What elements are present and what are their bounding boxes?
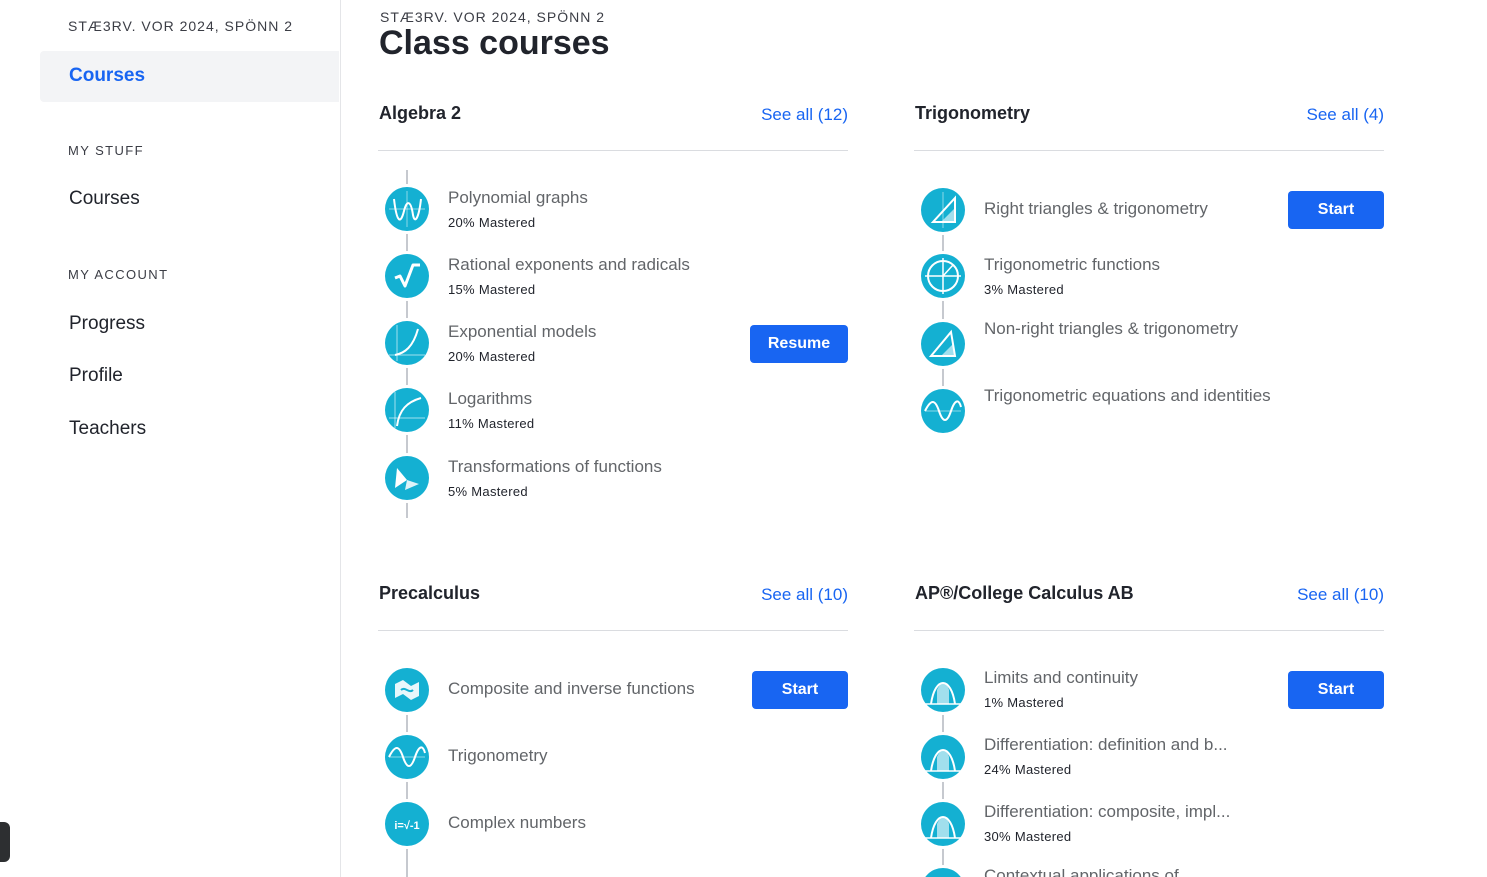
see-all-link[interactable]: See all (10) — [1297, 585, 1384, 605]
course-title[interactable]: Trigonometry — [915, 103, 1030, 124]
unit-row: Composite and inverse functions Start — [378, 667, 848, 729]
unit-title[interactable]: Trigonometric equations and identities — [984, 383, 1274, 409]
start-button[interactable]: Start — [1288, 671, 1384, 709]
course-title[interactable]: Algebra 2 — [379, 103, 461, 124]
sidebar-item-progress[interactable]: Progress — [69, 313, 145, 335]
sidebar-item-teachers[interactable]: Teachers — [69, 418, 146, 440]
unit-title[interactable]: Right triangles & trigonometry — [984, 196, 1274, 222]
main-class-name: STÆ3RV. VOR 2024, SPÖNN 2 — [380, 9, 605, 25]
course-card-header: Trigonometry See all (4) — [914, 100, 1384, 151]
unit-mastery: 30% Mastered — [984, 829, 1072, 844]
composite-function-icon — [385, 668, 429, 712]
unit-title[interactable]: Logarithms — [448, 386, 738, 412]
unit-mastery: 15% Mastered — [448, 282, 536, 297]
unit-title[interactable]: Non-right triangles & trigonometry — [984, 316, 1274, 342]
unit-row: Right triangles & trigonometry Start — [914, 187, 1384, 249]
unit-row: Exponential models 20% Mastered Resume — [378, 318, 848, 380]
sidebar-class-name: STÆ3RV. VOR 2024, SPÖNN 2 — [68, 18, 293, 34]
triangle-icon — [921, 322, 965, 366]
unit-title[interactable]: Differentiation: composite, impl... — [984, 799, 1274, 825]
area-under-curve-icon — [921, 668, 965, 712]
course-card-header: AP®/College Calculus AB See all (10) — [914, 580, 1384, 631]
see-all-link[interactable]: See all (10) — [761, 585, 848, 605]
unit-row: Transformations of functions 5% Mastered — [378, 452, 848, 514]
unit-mastery: 5% Mastered — [448, 484, 528, 499]
page-title: Class courses — [379, 24, 610, 62]
unit-title[interactable]: Contextual applications of — [984, 864, 1274, 877]
course-card-precalculus: Precalculus See all (10) Composite and i… — [378, 580, 848, 877]
sine-wave-icon — [385, 735, 429, 779]
unit-mastery: 3% Mastered — [984, 282, 1064, 297]
course-title[interactable]: Precalculus — [379, 583, 480, 604]
sidebar-item-label: Courses — [69, 65, 146, 86]
unit-row: Trigonometric functions 3% Mastered — [914, 251, 1384, 313]
unit-row: Polynomial graphs 20% Mastered — [378, 184, 848, 246]
unit-row: Differentiation: definition and b... 24%… — [914, 734, 1384, 796]
course-card-header: Precalculus See all (10) — [378, 580, 848, 631]
sidebar-item-my-courses[interactable]: Courses — [69, 188, 140, 210]
course-title[interactable]: AP®/College Calculus AB — [915, 583, 1134, 604]
resume-button[interactable]: Resume — [750, 325, 848, 363]
unit-title[interactable]: Complex numbers — [448, 810, 738, 836]
course-card-algebra-2: Algebra 2 See all (12) Polynomial graphs… — [378, 100, 848, 518]
unit-mastery: 24% Mastered — [984, 762, 1072, 777]
unit-mastery: 20% Mastered — [448, 349, 536, 364]
area-under-curve-icon — [921, 735, 965, 779]
unit-mastery: 1% Mastered — [984, 695, 1064, 710]
imaginary-unit-icon: i=√-1 — [385, 802, 429, 846]
unit-title[interactable]: Transformations of functions — [448, 454, 738, 480]
sine-wave-icon — [921, 389, 965, 433]
area-under-curve-icon — [921, 868, 965, 877]
unit-title[interactable]: Trigonometry — [448, 743, 738, 769]
unit-title[interactable]: Limits and continuity — [984, 665, 1274, 691]
sidebar: STÆ3RV. VOR 2024, SPÖNN 2 Courses MY STU… — [0, 0, 341, 877]
unit-row: Trigonometry — [378, 734, 848, 796]
my-account-heading: MY ACCOUNT — [68, 267, 169, 282]
unit-title[interactable]: Differentiation: definition and b... — [984, 732, 1274, 758]
unit-title[interactable]: Composite and inverse functions — [448, 676, 738, 702]
unit-circle-icon — [921, 254, 965, 298]
unit-title[interactable]: Trigonometric functions — [984, 252, 1274, 278]
unit-row: Rational exponents and radicals 15% Mast… — [378, 251, 848, 313]
unit-row: Differentiation: composite, impl... 30% … — [914, 801, 1384, 863]
unit-mastery: 11% Mastered — [448, 416, 535, 431]
unit-title[interactable]: Exponential models — [448, 319, 738, 345]
exponential-curve-icon — [385, 321, 429, 365]
unit-mastery: 20% Mastered — [448, 215, 536, 230]
right-triangle-icon — [921, 188, 965, 232]
unit-row: i=√-1 Complex numbers — [378, 801, 848, 863]
unit-row: Contextual applications of — [914, 864, 1384, 877]
transformation-icon — [385, 456, 429, 500]
my-stuff-heading: MY STUFF — [68, 143, 144, 158]
square-root-icon — [385, 254, 429, 298]
start-button[interactable]: Start — [752, 671, 848, 709]
edge-handle[interactable] — [0, 822, 10, 862]
course-card-header: Algebra 2 See all (12) — [378, 100, 848, 151]
course-card-ap-calculus-ab: AP®/College Calculus AB See all (10) Lim… — [914, 580, 1384, 877]
course-card-trigonometry: Trigonometry See all (4) Right triangles… — [914, 100, 1384, 440]
polynomial-graph-icon — [385, 187, 429, 231]
unit-row: Trigonometric equations and identities — [914, 383, 1384, 445]
area-under-curve-icon — [921, 802, 965, 846]
svg-text:i=√-1: i=√-1 — [394, 820, 419, 832]
logarithm-curve-icon — [385, 388, 429, 432]
unit-row: Limits and continuity 1% Mastered Start — [914, 667, 1384, 729]
sidebar-item-courses-active[interactable]: Courses — [40, 51, 339, 102]
start-button[interactable]: Start — [1288, 191, 1384, 229]
unit-row: Logarithms 11% Mastered — [378, 385, 848, 447]
unit-row: Non-right triangles & trigonometry — [914, 316, 1384, 378]
unit-title[interactable]: Polynomial graphs — [448, 185, 738, 211]
see-all-link[interactable]: See all (12) — [761, 105, 848, 125]
unit-title[interactable]: Rational exponents and radicals — [448, 252, 738, 278]
sidebar-item-profile[interactable]: Profile — [69, 365, 123, 387]
see-all-link[interactable]: See all (4) — [1307, 105, 1384, 125]
